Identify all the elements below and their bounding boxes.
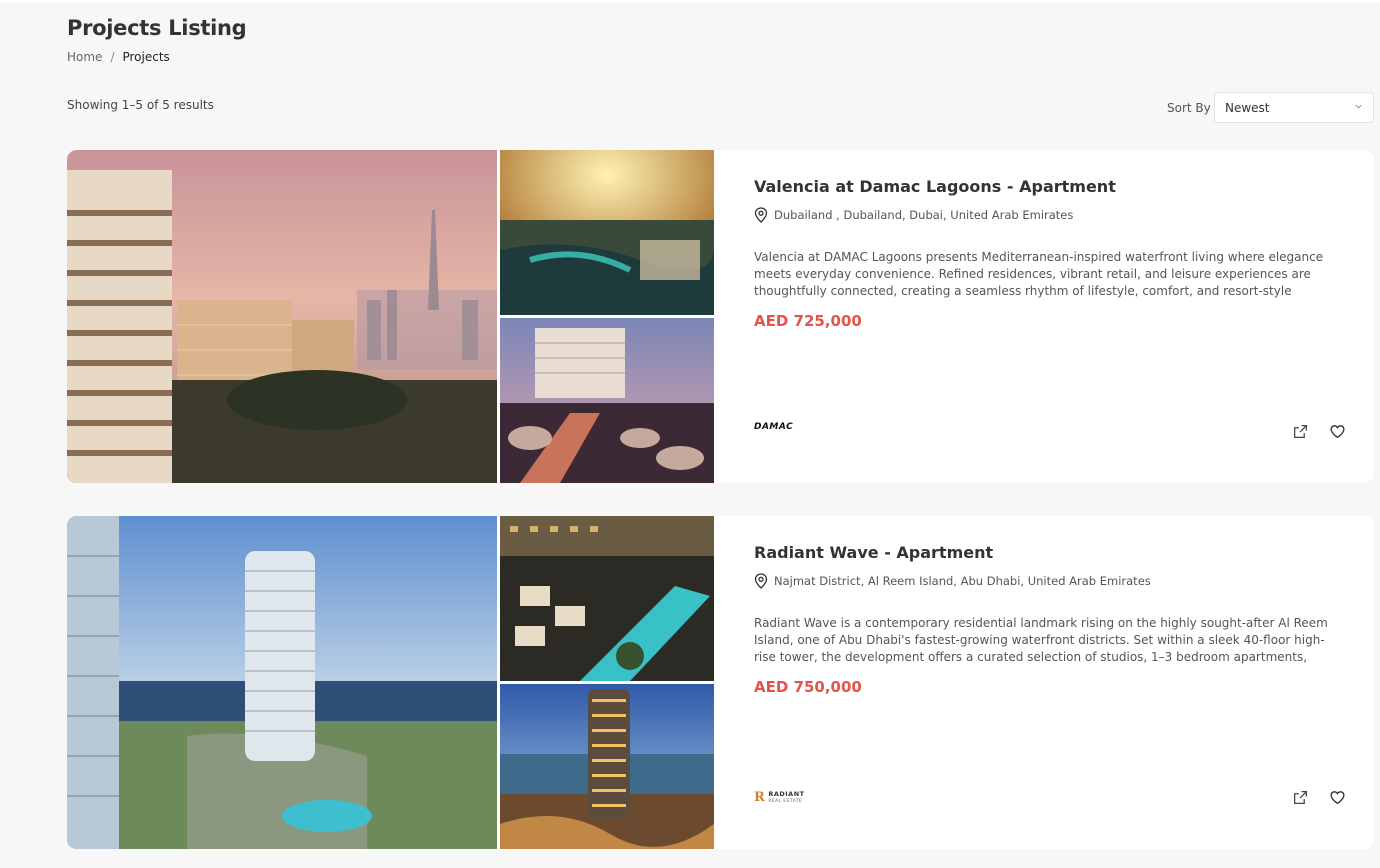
developer-logo: DAMAC: [754, 422, 794, 432]
project-main-image[interactable]: [67, 150, 497, 483]
external-link-icon[interactable]: [1292, 789, 1309, 806]
project-card[interactable]: Valencia at Damac Lagoons - Apartment Du…: [67, 150, 1374, 483]
project-card[interactable]: Radiant Wave - Apartment Najmat District…: [67, 516, 1374, 849]
project-title[interactable]: Valencia at Damac Lagoons - Apartment: [754, 177, 1116, 196]
project-location-text: Najmat District, Al Reem Island, Abu Dha…: [774, 574, 1151, 588]
project-actions: [1292, 789, 1346, 806]
project-thumb-image[interactable]: [500, 516, 714, 681]
project-thumb-image[interactable]: [500, 318, 714, 483]
project-thumb-image[interactable]: [500, 684, 714, 849]
breadcrumb-current: Projects: [122, 50, 170, 64]
project-actions: [1292, 423, 1346, 440]
breadcrumb-separator: /: [110, 50, 115, 64]
breadcrumb-home[interactable]: Home: [67, 50, 102, 64]
project-info: Valencia at Damac Lagoons - Apartment Du…: [754, 150, 1374, 483]
heart-icon[interactable]: [1329, 423, 1346, 440]
breadcrumb: Home / Projects: [67, 50, 170, 64]
sort-selected-value: Newest: [1225, 101, 1270, 115]
location-pin-icon: [754, 207, 768, 223]
results-count: Showing 1–5 of 5 results: [67, 98, 214, 112]
project-location: Dubailand , Dubailand, Dubai, United Ara…: [754, 207, 1073, 223]
project-location-text: Dubailand , Dubailand, Dubai, United Ara…: [774, 208, 1074, 222]
page-title: Projects Listing: [67, 16, 247, 40]
heart-icon[interactable]: [1329, 789, 1346, 806]
project-thumb-image[interactable]: [500, 150, 714, 315]
developer-logo-mark: R: [754, 790, 766, 805]
location-pin-icon: [754, 573, 768, 589]
project-description: Valencia at DAMAC Lagoons presents Medit…: [754, 250, 1324, 298]
developer-logo: R RADIANT REAL ESTATE: [754, 790, 805, 805]
project-title[interactable]: Radiant Wave - Apartment: [754, 543, 993, 562]
project-description: Radiant Wave is a contemporary residenti…: [754, 616, 1328, 664]
sort-select[interactable]: Newest: [1214, 92, 1374, 123]
chevron-down-icon: [1354, 101, 1363, 114]
sort-label: Sort By: [1167, 101, 1211, 115]
project-price: AED 750,000: [754, 678, 862, 696]
project-price: AED 725,000: [754, 312, 862, 330]
project-main-image[interactable]: [67, 516, 497, 849]
project-location: Najmat District, Al Reem Island, Abu Dha…: [754, 573, 1151, 589]
project-info: Radiant Wave - Apartment Najmat District…: [754, 516, 1374, 849]
top-bar: [0, 0, 1380, 3]
developer-logo-name: RADIANT: [768, 789, 805, 798]
external-link-icon[interactable]: [1292, 423, 1309, 440]
developer-logo-tagline: REAL ESTATE: [768, 798, 803, 804]
